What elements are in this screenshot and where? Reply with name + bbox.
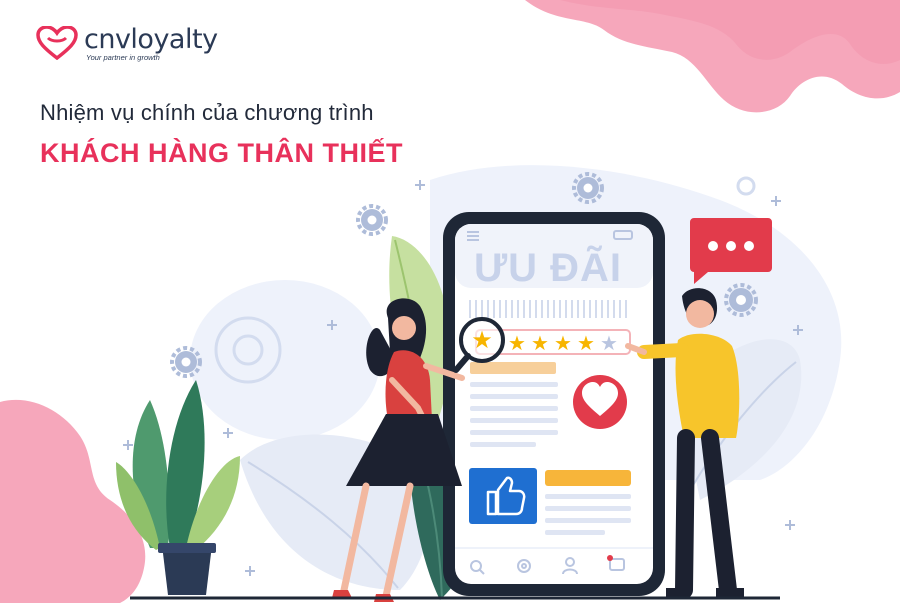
heart-logo-icon <box>36 26 78 60</box>
svg-text:★: ★ <box>554 331 572 355</box>
svg-text:★: ★ <box>577 331 595 355</box>
rating-stars: ★ ★ ★ ★ ★ <box>508 331 618 355</box>
brand-tagline: Your partner in growth <box>86 53 160 62</box>
brand-name: cnvloyalty <box>84 24 218 55</box>
svg-text:★: ★ <box>600 331 618 355</box>
svg-text:★: ★ <box>508 331 526 355</box>
svg-text:★: ★ <box>531 331 549 355</box>
headline-subtitle: Nhiệm vụ chính của chương trình <box>40 100 374 125</box>
svg-text:★: ★ <box>471 326 493 354</box>
illustration: ★ ★ ★ ★ ★ ★ <box>0 0 900 603</box>
thumb-box <box>469 468 537 524</box>
phone-banner-text: ƯU ĐÃI <box>473 246 623 290</box>
headline-title: KHÁCH HÀNG THÂN THIẾT <box>40 138 403 168</box>
brand-logo[interactable]: cnvloyalty Your partner in growth <box>36 26 218 62</box>
